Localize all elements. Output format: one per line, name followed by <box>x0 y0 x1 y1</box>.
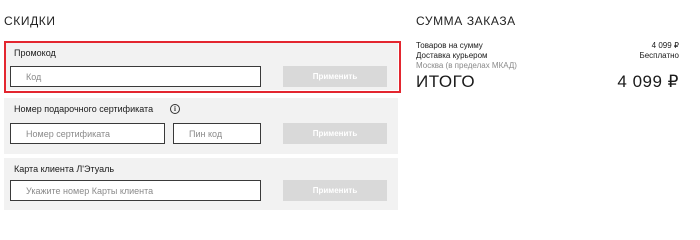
total-label: ИТОГО <box>416 72 476 91</box>
delivery-value: Бесплатно <box>639 51 679 60</box>
promo-code-panel: Промокод Применить <box>4 42 398 90</box>
delivery-label: Доставка курьером <box>416 51 488 60</box>
promo-code-input[interactable] <box>10 66 261 87</box>
order-summary-title: СУММА ЗАКАЗА <box>416 14 516 28</box>
items-total-label: Товаров на сумму <box>416 41 483 50</box>
certificate-apply-button[interactable]: Применить <box>283 123 387 144</box>
items-total-row: Товаров на сумму 4 099 ₽ <box>416 41 679 50</box>
certificate-pin-input[interactable] <box>173 123 261 144</box>
total-value: 4 099 ₽ <box>617 72 679 91</box>
certificate-number-input[interactable] <box>10 123 165 144</box>
client-card-input[interactable] <box>10 180 261 201</box>
gift-certificate-label: Номер подарочного сертификата <box>14 104 154 114</box>
delivery-region: Москва (в пределах МКАД) <box>416 61 517 70</box>
discounts-title: СКИДКИ <box>4 14 56 28</box>
items-total-value: 4 099 ₽ <box>651 41 679 50</box>
promo-apply-button[interactable]: Применить <box>283 66 387 87</box>
gift-certificate-panel: Номер подарочного сертификата i Применит… <box>4 98 398 154</box>
delivery-row: Доставка курьером Бесплатно <box>416 51 679 60</box>
info-icon[interactable]: i <box>170 104 180 114</box>
client-card-apply-button[interactable]: Применить <box>283 180 387 201</box>
client-card-panel: Карта клиента Л'Этуаль Применить <box>4 158 398 210</box>
client-card-label: Карта клиента Л'Этуаль <box>14 164 115 174</box>
promo-code-label: Промокод <box>14 48 56 58</box>
